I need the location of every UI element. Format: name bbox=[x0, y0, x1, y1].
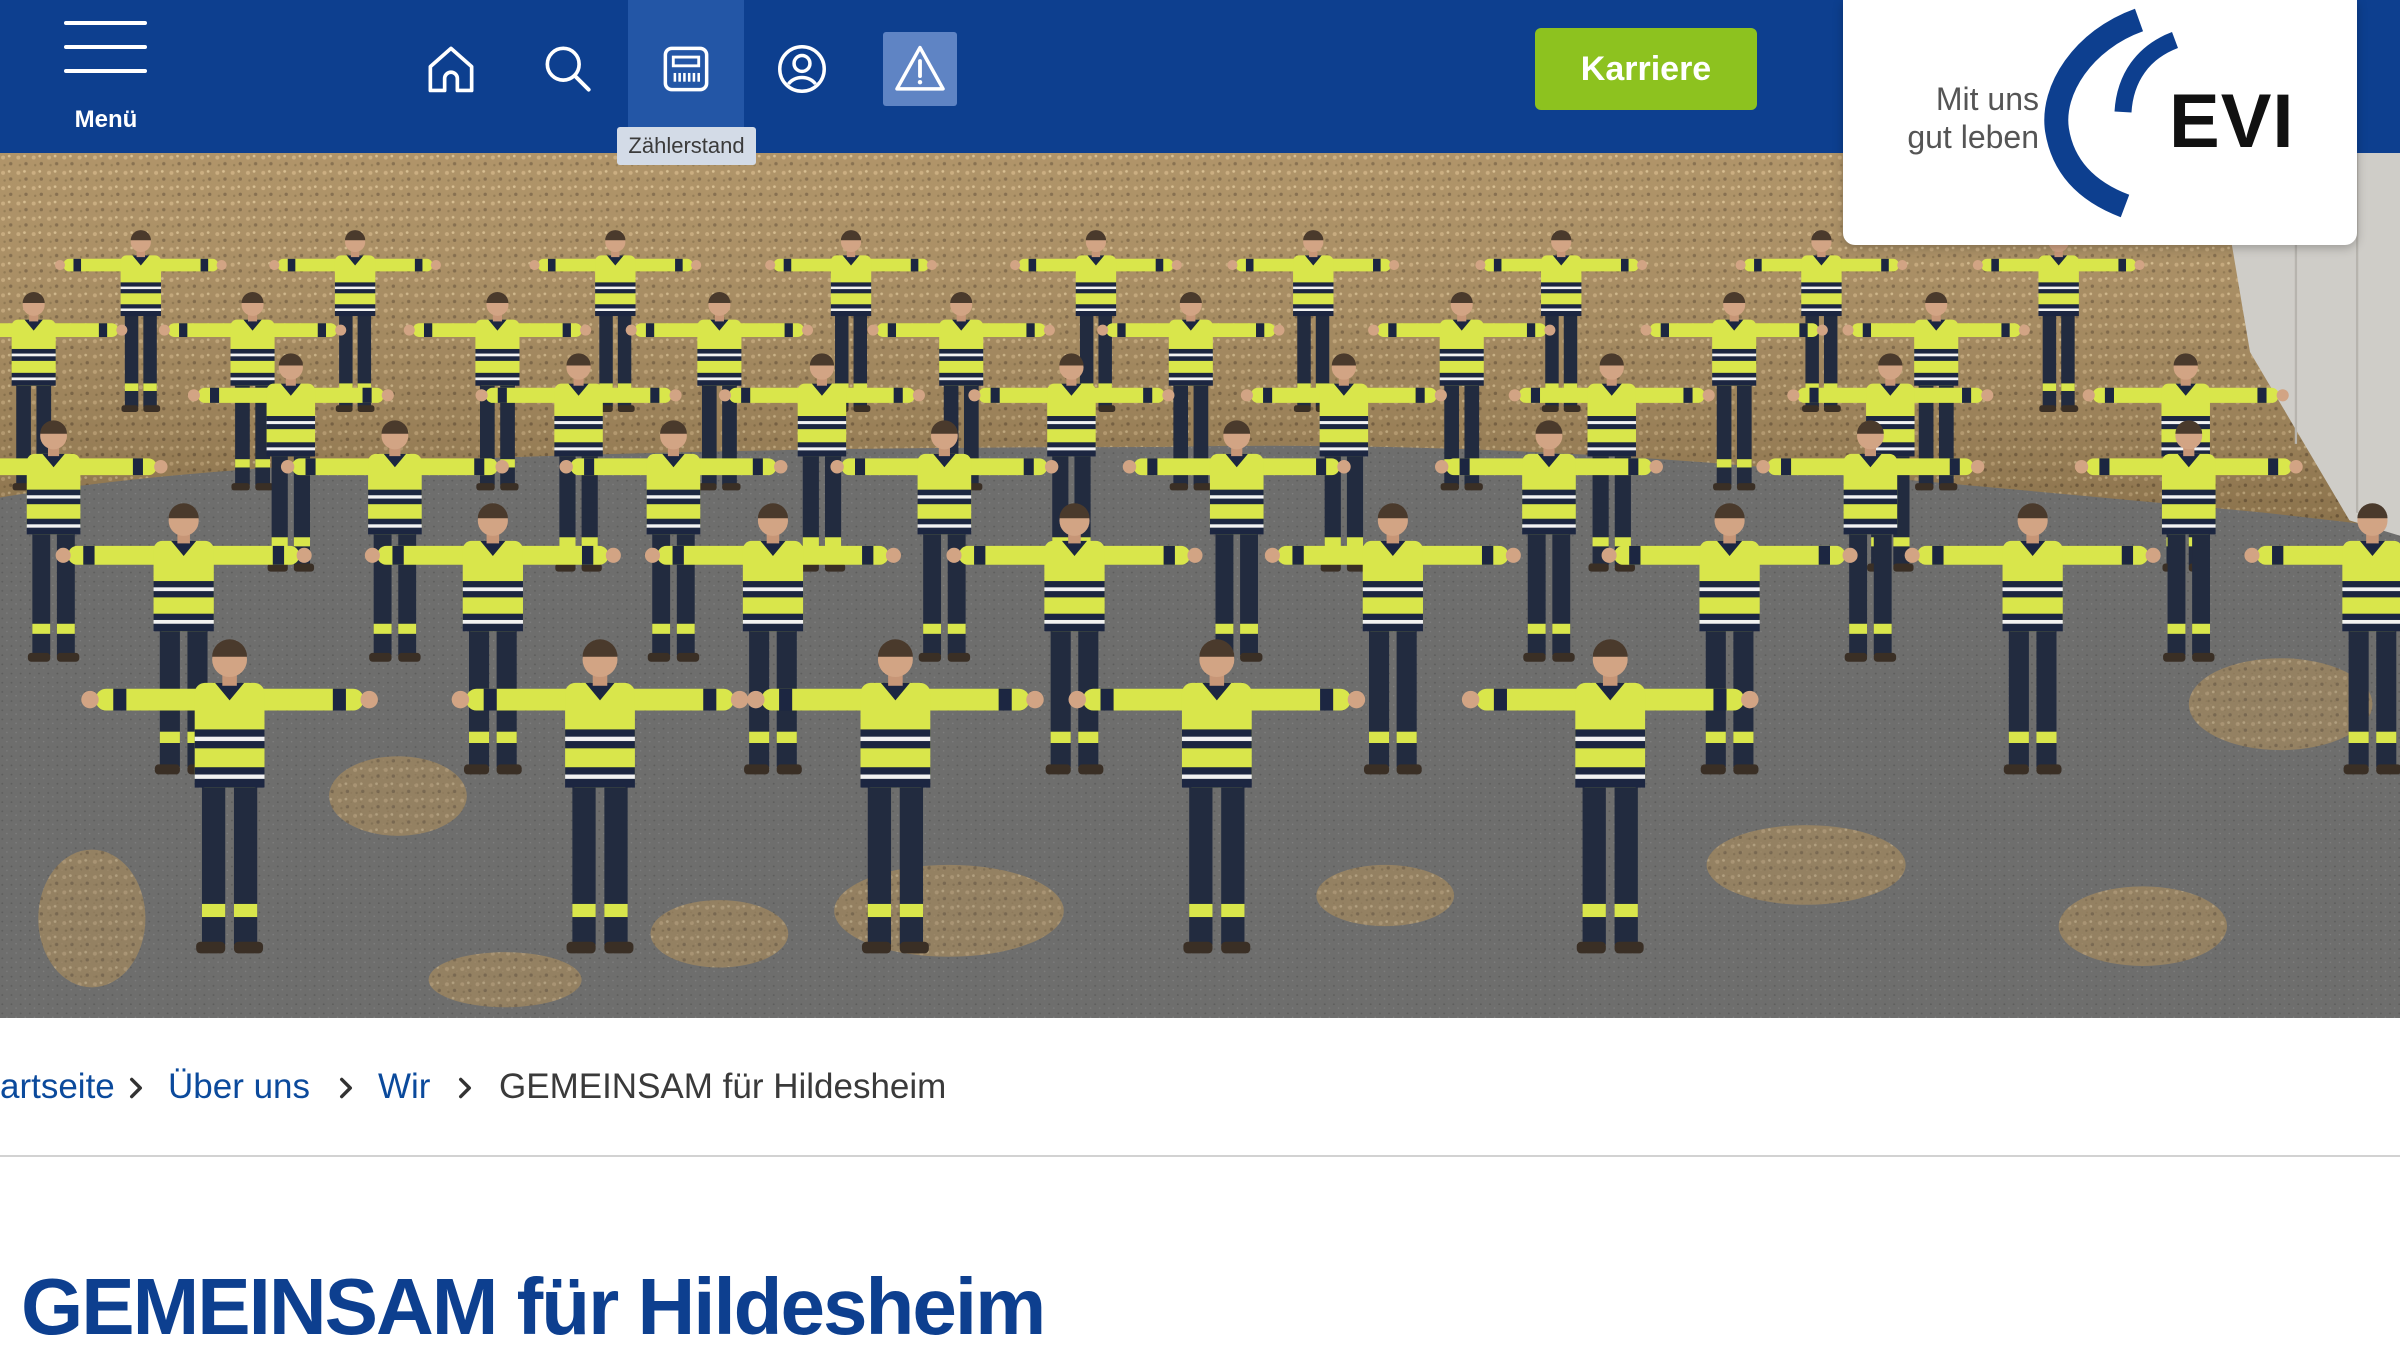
search-icon bbox=[545, 46, 591, 92]
logo-brand: EVI bbox=[2169, 79, 2295, 164]
nav-alert[interactable] bbox=[862, 0, 978, 138]
breadcrumb-link-about[interactable]: Über uns bbox=[168, 1066, 310, 1108]
menu-icon bbox=[50, 8, 162, 78]
career-button[interactable]: Karriere bbox=[1535, 28, 1757, 110]
breadcrumb: artseite Über uns Wir GEMEINSAM für Hild… bbox=[0, 1066, 2400, 1108]
menu-bar bbox=[64, 45, 147, 49]
meter-tooltip: Zählerstand bbox=[617, 127, 756, 165]
hero-photo-illustration bbox=[0, 153, 2400, 1018]
nav-home[interactable] bbox=[393, 0, 509, 138]
breadcrumb-link-wir[interactable]: Wir bbox=[378, 1066, 430, 1108]
warning-icon bbox=[895, 45, 945, 91]
menu-label: Menü bbox=[74, 106, 138, 133]
alert-box bbox=[883, 32, 957, 106]
divider bbox=[0, 1155, 2400, 1157]
chevron-right-icon bbox=[340, 1077, 352, 1099]
nav-meter-reading[interactable] bbox=[628, 0, 744, 138]
chevron-right-icon bbox=[459, 1077, 471, 1099]
breadcrumb-current: GEMEINSAM für Hildesheim bbox=[499, 1067, 947, 1106]
nav-search[interactable] bbox=[510, 0, 626, 138]
logo[interactable]: Mit uns gut leben EVI bbox=[1843, 0, 2357, 245]
menu-bar bbox=[64, 69, 147, 73]
breadcrumb-link-home[interactable]: artseite bbox=[0, 1066, 115, 1108]
nav-account[interactable] bbox=[744, 0, 860, 138]
menu-bar bbox=[64, 21, 147, 25]
user-icon bbox=[778, 45, 826, 93]
hero-image bbox=[0, 153, 2400, 1018]
menu-button[interactable]: Menü bbox=[50, 8, 162, 138]
meter-icon bbox=[663, 46, 709, 92]
page-title: GEMEINSAM für Hildesheim bbox=[21, 1262, 1046, 1351]
chevron-right-icon bbox=[130, 1077, 142, 1099]
home-icon bbox=[428, 46, 474, 93]
